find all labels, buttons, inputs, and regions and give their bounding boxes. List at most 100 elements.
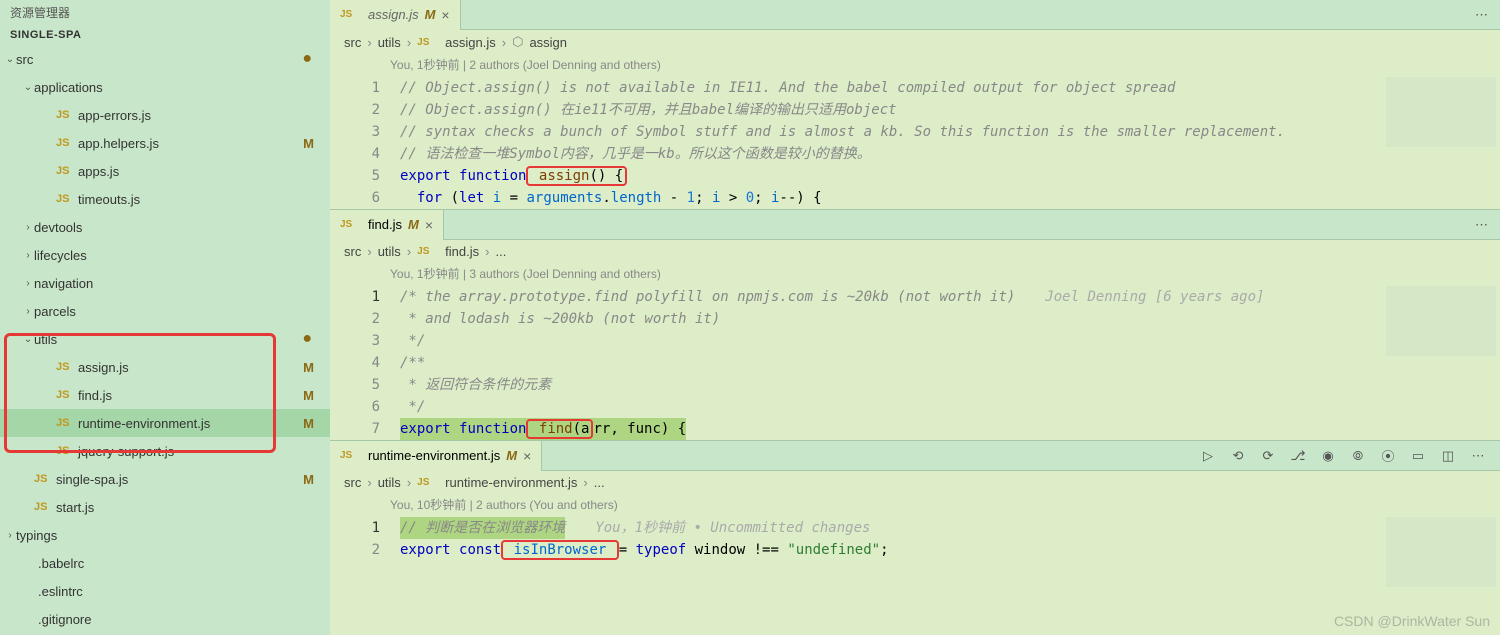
code-content: * and lodash is ~200kb (not worth it) — [400, 308, 720, 330]
file-runtime-environment-js[interactable]: runtime-environment.jsM — [0, 409, 330, 437]
file--babelrc[interactable]: .babelrc — [0, 549, 330, 577]
breadcrumb-segment[interactable]: src — [344, 244, 361, 259]
code-line[interactable]: 3 */ — [330, 330, 1500, 352]
breadcrumb[interactable]: src›utils›find.js›... — [330, 240, 1500, 263]
code-line[interactable]: 2export const isInBrowser = typeof windo… — [330, 539, 1500, 561]
line-number: 6 — [350, 396, 380, 418]
breadcrumb-segment[interactable]: ... — [594, 475, 605, 490]
code-line[interactable]: 7export function find(arr, func) { — [330, 418, 1500, 440]
breadcrumb-segment[interactable]: src — [344, 475, 361, 490]
breadcrumb-segment[interactable]: assign.js — [445, 35, 496, 50]
code-content: // syntax checks a bunch of Symbol stuff… — [400, 121, 1285, 143]
js-icon — [34, 473, 52, 485]
code-area[interactable]: 1// 判断是否在浏览器环境You，1秒钟前 • Uncommitted cha… — [330, 517, 1500, 561]
file-app-helpers-js[interactable]: app.helpers.jsM — [0, 129, 330, 157]
code-content: for (let i = arguments.length - 1; i > 0… — [400, 187, 822, 209]
folder-applications[interactable]: ⌄applications — [0, 73, 330, 101]
js-icon — [56, 445, 74, 457]
tree-label: runtime-environment.js — [78, 416, 303, 431]
code-line[interactable]: 1/* the array.prototype.find polyfill on… — [330, 286, 1500, 308]
workspace-name[interactable]: SINGLE-SPA — [0, 25, 330, 45]
breadcrumb-segment[interactable]: find.js — [445, 244, 479, 259]
chevron-icon: › — [4, 530, 16, 541]
file-jquery-support-js[interactable]: jquery-support.js — [0, 437, 330, 465]
editor-tab[interactable]: assign.jsM× — [330, 0, 461, 30]
folder-typings[interactable]: ›typings — [0, 521, 330, 549]
branch-icon[interactable]: ⎇ — [1288, 446, 1308, 466]
play-icon[interactable]: ▷ — [1198, 446, 1218, 466]
tree-label: jquery-support.js — [78, 444, 320, 459]
tree-label: app.helpers.js — [78, 136, 303, 151]
js-icon — [56, 389, 74, 401]
code-line[interactable]: 3// syntax checks a bunch of Symbol stuf… — [330, 121, 1500, 143]
history-icon[interactable]: ⟲ — [1228, 446, 1248, 466]
dirty-dot: ● — [302, 330, 312, 348]
code-line[interactable]: 6 for (let i = arguments.length - 1; i >… — [330, 187, 1500, 209]
code-line[interactable]: 1// 判断是否在浏览器环境You，1秒钟前 • Uncommitted cha… — [330, 517, 1500, 539]
editor-tab[interactable]: runtime-environment.jsM× — [330, 441, 542, 471]
tree-label: app-errors.js — [78, 108, 320, 123]
breadcrumb-segment[interactable]: utils — [378, 475, 401, 490]
folder-navigation[interactable]: ›navigation — [0, 269, 330, 297]
editor-pane-assign-js: assign.jsM×⋯src›utils›assign.js›⬡assignY… — [330, 0, 1500, 209]
more-icon[interactable]: ⋯ — [1468, 446, 1488, 466]
tab-title: find.js — [368, 217, 402, 232]
breadcrumb-segment[interactable]: utils — [378, 35, 401, 50]
code-content: // Object.assign() 在ie11不可用，并且babel编译的输出… — [400, 99, 897, 121]
modified-badge: M — [303, 416, 314, 431]
breadcrumb[interactable]: src›utils›runtime-environment.js›... — [330, 471, 1500, 494]
code-line[interactable]: 2 * and lodash is ~200kb (not worth it) — [330, 308, 1500, 330]
nav-left-icon[interactable]: ⦾ — [1348, 446, 1368, 466]
close-icon[interactable]: × — [441, 7, 449, 23]
file--gitignore[interactable]: .gitignore — [0, 605, 330, 633]
code-content: export function find(arr, func) { — [400, 418, 686, 440]
close-icon[interactable]: × — [425, 217, 433, 233]
code-area[interactable]: 1/* the array.prototype.find polyfill on… — [330, 286, 1500, 440]
code-content: /** — [400, 352, 425, 374]
editor-tab[interactable]: find.jsM× — [330, 210, 444, 240]
code-line[interactable]: 2 // Object.assign() 在ie11不可用，并且babel编译的输… — [330, 99, 1500, 121]
code-line[interactable]: 4/** — [330, 352, 1500, 374]
code-line[interactable]: 6 */ — [330, 396, 1500, 418]
folder-utils[interactable]: ⌄utils● — [0, 325, 330, 353]
file-find-js[interactable]: find.jsM — [0, 381, 330, 409]
breadcrumb-segment[interactable]: utils — [378, 244, 401, 259]
chevron-icon: ⌄ — [4, 54, 16, 65]
file--eslintrc[interactable]: .eslintrc — [0, 577, 330, 605]
breadcrumb-segment[interactable]: assign — [529, 35, 567, 50]
file-start-js[interactable]: start.js — [0, 493, 330, 521]
close-icon[interactable]: × — [523, 448, 531, 464]
nav-right-icon[interactable]: ⦿ — [1378, 446, 1398, 466]
tree-label: apps.js — [78, 164, 320, 179]
file-timeouts-js[interactable]: timeouts.js — [0, 185, 330, 213]
tablet-icon[interactable]: ▭ — [1408, 446, 1428, 466]
breadcrumb[interactable]: src›utils›assign.js›⬡assign — [330, 30, 1500, 54]
file-app-errors-js[interactable]: app-errors.js — [0, 101, 330, 129]
breadcrumb-segment[interactable]: runtime-environment.js — [445, 475, 577, 490]
code-line[interactable]: 5export function assign() { — [330, 165, 1500, 187]
file-single-spa-js[interactable]: single-spa.jsM — [0, 465, 330, 493]
split-icon[interactable]: ◫ — [1438, 446, 1458, 466]
more-icon[interactable]: ⋯ — [1463, 7, 1500, 23]
code-area[interactable]: 1// Object.assign() is not available in … — [330, 77, 1500, 209]
line-number: 2 — [350, 99, 380, 121]
code-line[interactable]: 1// Object.assign() is not available in … — [330, 77, 1500, 99]
code-line[interactable]: 5 * 返回符合条件的元素 — [330, 374, 1500, 396]
folder-lifecycles[interactable]: ›lifecycles — [0, 241, 330, 269]
folder-devtools[interactable]: ›devtools — [0, 213, 330, 241]
watermark: CSDN @DrinkWater Sun — [1334, 613, 1490, 629]
js-icon — [56, 417, 74, 429]
file-assign-js[interactable]: assign.jsM — [0, 353, 330, 381]
folder-src[interactable]: ⌄src● — [0, 45, 330, 73]
js-icon — [417, 477, 435, 488]
loop-icon[interactable]: ⟳ — [1258, 446, 1278, 466]
folder-parcels[interactable]: ›parcels — [0, 297, 330, 325]
file-apps-js[interactable]: apps.js — [0, 157, 330, 185]
radio-icon[interactable]: ◉ — [1318, 446, 1338, 466]
more-icon[interactable]: ⋯ — [1463, 217, 1500, 233]
breadcrumb-segment[interactable]: src — [344, 35, 361, 50]
code-line[interactable]: 4// 语法检查一堆Symbol内容，几乎是一kb。所以这个函数是较小的替换。 — [330, 143, 1500, 165]
js-icon — [56, 193, 74, 205]
breadcrumb-segment[interactable]: ... — [495, 244, 506, 259]
chevron-icon: › — [22, 278, 34, 289]
